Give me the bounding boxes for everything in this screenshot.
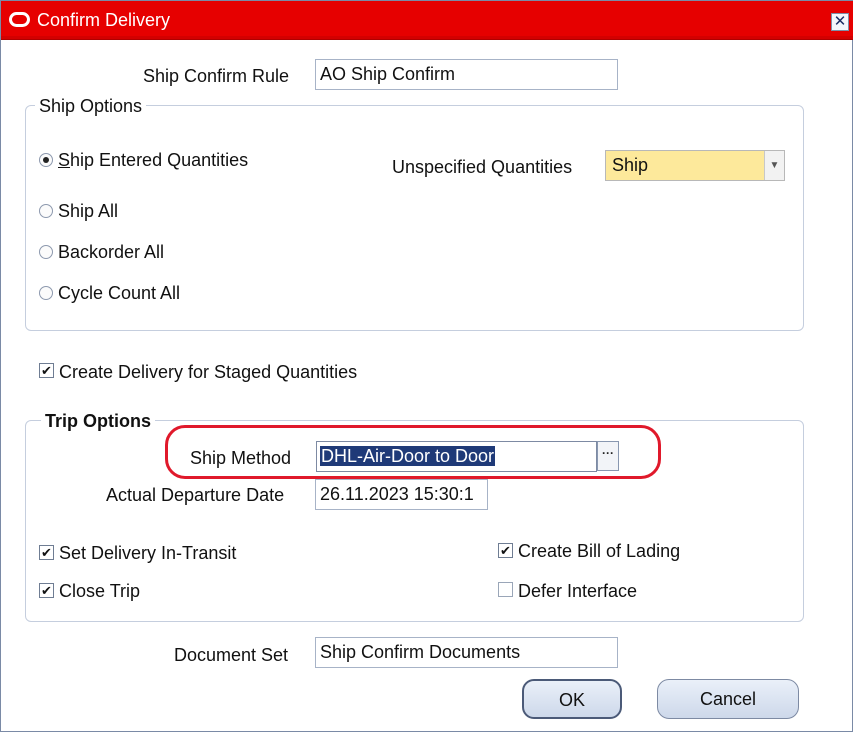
radio-cycle-count-all[interactable] [39,286,53,300]
radio-backorder-all-label[interactable]: Backorder All [58,242,164,263]
create-bol-checkbox[interactable]: ✔ [498,543,513,558]
create-delivery-staged-label[interactable]: Create Delivery for Staged Quantities [59,362,357,383]
trip-options-title: Trip Options [41,411,155,432]
radio-cycle-count-all-label[interactable]: Cycle Count All [58,283,180,304]
unspecified-quantities-select[interactable]: Ship ▼ [605,150,785,181]
highlight-annotation [165,425,661,479]
radio-ship-all[interactable] [39,204,53,218]
defer-interface-label[interactable]: Defer Interface [518,581,637,602]
defer-interface-checkbox[interactable] [498,582,513,597]
document-set-field[interactable]: Ship Confirm Documents [315,637,618,668]
create-bol-label[interactable]: Create Bill of Lading [518,541,680,562]
ship-confirm-rule-field[interactable]: AO Ship Confirm [315,59,618,90]
radio-ship-all-label[interactable]: Ship All [58,201,118,222]
ship-confirm-rule-label: Ship Confirm Rule [143,66,290,86]
oracle-icon [9,12,30,27]
radio-ship-entered-quantities[interactable] [39,153,53,167]
ship-options-title: Ship Options [35,96,147,117]
radio-ship-entered-quantities-label[interactable]: Ship Entered Quantities [58,150,248,171]
cancel-button[interactable]: Cancel [657,679,799,719]
set-in-transit-label[interactable]: Set Delivery In-Transit [59,543,236,564]
document-set-label: Document Set [174,645,289,665]
window-title: Confirm Delivery [37,10,171,30]
set-in-transit-checkbox[interactable]: ✔ [39,545,54,560]
unspecified-quantities-value: Ship [612,155,649,175]
radio-backorder-all[interactable] [39,245,53,259]
chevron-down-icon[interactable]: ▼ [764,151,784,180]
create-delivery-staged-checkbox[interactable]: ✔ [39,363,54,378]
close-icon[interactable]: ✕ [831,13,849,31]
close-trip-label[interactable]: Close Trip [59,581,140,602]
title-bar[interactable]: Confirm Delivery ✕ [1,1,853,40]
actual-departure-date-label: Actual Departure Date [106,485,285,505]
actual-departure-date-field[interactable]: 26.11.2023 15:30:1 [315,479,488,510]
close-trip-checkbox[interactable]: ✔ [39,583,54,598]
radio-label-text: hip Entered Quantities [70,150,249,170]
unspecified-quantities-label: Unspecified Quantities [392,157,573,177]
confirm-delivery-window: Confirm Delivery ✕ Ship Confirm Rule AO … [0,0,853,732]
ok-button[interactable]: OK [522,679,622,719]
